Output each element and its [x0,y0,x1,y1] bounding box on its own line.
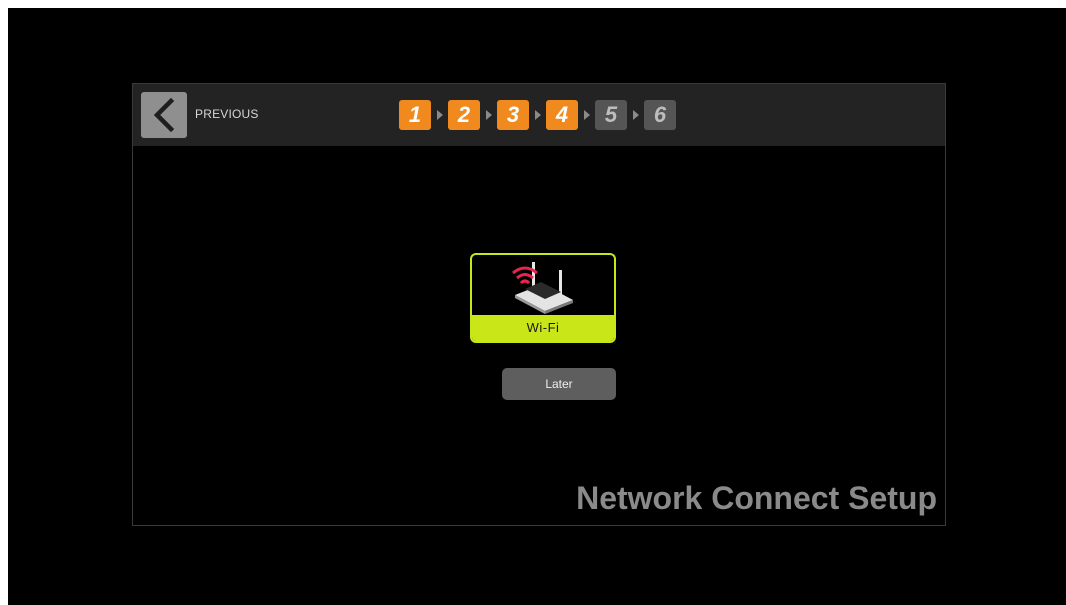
wifi-option-button[interactable]: Wi-Fi [470,253,616,343]
step-6: 6 [644,100,676,130]
chevron-left-icon [153,98,175,132]
setup-panel: PREVIOUS 1 2 3 4 5 6 Wi-Fi Later Network… [132,83,946,526]
later-button[interactable]: Later [502,368,616,400]
page-title: Network Connect Setup [576,480,937,516]
top-bar: PREVIOUS 1 2 3 4 5 6 [133,84,945,146]
step-arrow-icon [529,100,546,130]
step-1: 1 [399,100,431,130]
previous-button[interactable] [141,92,187,138]
step-arrow-icon [578,100,595,130]
step-arrow-icon [480,100,497,130]
step-indicator: 1 2 3 4 5 6 [399,100,676,130]
step-3: 3 [497,100,529,130]
step-5: 5 [595,100,627,130]
step-4: 4 [546,100,578,130]
wifi-option-label: Wi-Fi [472,315,614,341]
wifi-art [472,255,614,317]
step-arrow-icon [431,100,448,130]
tv-screen: PREVIOUS 1 2 3 4 5 6 Wi-Fi Later Network… [8,8,1066,605]
wifi-router-icon [512,262,573,314]
step-arrow-icon [627,100,644,130]
step-2: 2 [448,100,480,130]
previous-label[interactable]: PREVIOUS [195,107,259,121]
